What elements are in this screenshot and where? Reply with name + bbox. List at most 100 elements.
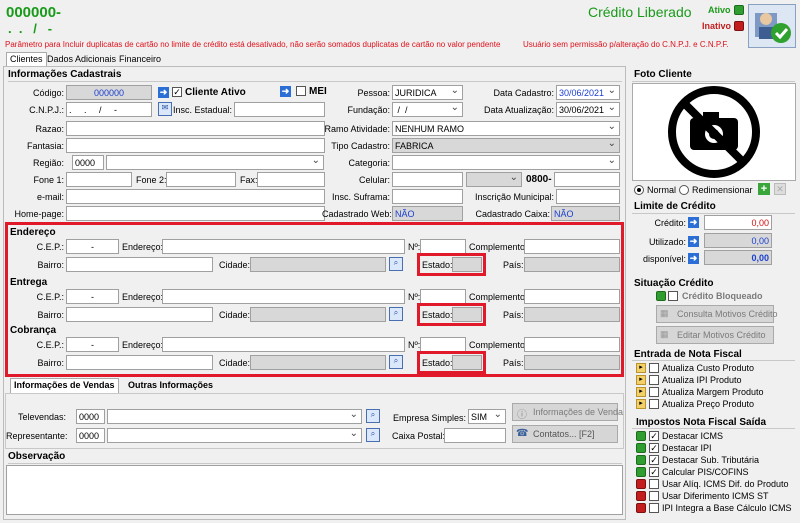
categoria-label: Categoria:: [348, 158, 390, 168]
endereco-bairro-field[interactable]: [66, 257, 213, 272]
codigo-arrow-icon[interactable]: ➜: [158, 87, 169, 98]
fone2-field[interactable]: [166, 172, 236, 187]
representante-search-icon[interactable]: ⌕: [366, 428, 380, 442]
cobranca-cidade-search-icon[interactable]: ⌕: [389, 355, 403, 369]
entrega-bairro-field[interactable]: [66, 307, 213, 322]
nota-item-checkbox[interactable]: [649, 399, 659, 409]
endereco-bairro-label: Bairro:: [37, 260, 64, 270]
endereco-numero-field[interactable]: [420, 239, 466, 254]
imposto-checkbox[interactable]: ✓: [649, 467, 659, 477]
insc-estadual-field[interactable]: [234, 102, 325, 117]
imposto-checkbox[interactable]: [649, 491, 659, 501]
fone1-label: Fone 1:: [33, 175, 64, 185]
data-atualizacao-field[interactable]: 30/06/2021: [556, 102, 620, 117]
cobranca-cep-field[interactable]: -: [66, 337, 119, 352]
imposto-checkbox[interactable]: ✓: [649, 431, 659, 441]
entrega-numero-field[interactable]: [420, 289, 466, 304]
endereco-complemento-field[interactable]: [524, 239, 620, 254]
insc-suframa-field[interactable]: [392, 189, 463, 204]
credito-field[interactable]: 0,00: [704, 215, 772, 230]
nota-item-arrow-icon: ▸: [636, 387, 646, 397]
fantasia-field[interactable]: [66, 138, 325, 153]
regiao-select[interactable]: [106, 155, 324, 170]
endereco-cidade-search-icon[interactable]: ⌕: [389, 257, 403, 271]
cnpj-field[interactable]: . . / -: [66, 102, 152, 117]
cobranca-pais-field: [524, 355, 620, 370]
fax-field[interactable]: [257, 172, 325, 187]
observacao-textarea[interactable]: [6, 465, 623, 515]
nota-item-checkbox[interactable]: [649, 375, 659, 385]
nota-item-checkbox[interactable]: [649, 363, 659, 373]
cobranca-numero-field[interactable]: [420, 337, 466, 352]
codigo-field[interactable]: 000000: [66, 85, 152, 100]
tab-clientes[interactable]: Clientes: [6, 52, 47, 67]
mei-arrow-icon[interactable]: ➜: [280, 86, 291, 97]
televendas-select[interactable]: [107, 409, 362, 424]
cadastrado-web-label: Cadastrado Web:: [322, 209, 392, 219]
entrega-endereco-field[interactable]: [162, 289, 405, 304]
normal-label: Normal: [647, 185, 677, 195]
section-limite-credito: Limite de Crédito: [634, 201, 716, 212]
entrega-complemento-field[interactable]: [524, 289, 620, 304]
caixa-postal-field[interactable]: [444, 428, 506, 443]
editar-motivos-button[interactable]: Editar Motivos Crédito: [656, 326, 774, 344]
normal-radio[interactable]: [634, 185, 644, 195]
entrega-cidade-search-icon[interactable]: ⌕: [389, 307, 403, 321]
fone-0800-field[interactable]: [554, 172, 620, 187]
warning-card-limit: Parâmetro para Incluir duplicatas de car…: [5, 40, 501, 49]
televendas-search-icon[interactable]: ⌕: [366, 409, 380, 423]
endereco-cep-field[interactable]: -: [66, 239, 119, 254]
nota-item-checkbox[interactable]: [649, 387, 659, 397]
add-photo-icon[interactable]: +: [758, 183, 770, 195]
imposto-checkbox[interactable]: ✓: [649, 443, 659, 453]
data-cadastro-field[interactable]: 30/06/2021: [556, 85, 620, 100]
insc-municipal-field[interactable]: [556, 189, 620, 204]
entrega-cep-field[interactable]: -: [66, 289, 119, 304]
celular-operator-select[interactable]: [466, 172, 522, 187]
mei-checkbox[interactable]: [296, 86, 306, 96]
representante-select[interactable]: [107, 428, 362, 443]
tab-outras-informacoes[interactable]: Outras Informações: [125, 379, 216, 393]
endereco-endereco-field[interactable]: [162, 239, 405, 254]
regiao-code[interactable]: 0000: [72, 155, 104, 170]
imposto-checkbox[interactable]: [649, 503, 659, 513]
cobranca-endereco-field[interactable]: [162, 337, 405, 352]
tab-informacoes-vendas[interactable]: Informações de Vendas: [10, 378, 119, 393]
no-photo-icon: [632, 83, 796, 181]
ramo-atividade-select[interactable]: NENHUM RAMO: [392, 121, 620, 136]
consulta-motivos-button[interactable]: Consulta Motivos Crédito: [656, 305, 778, 323]
celular-field[interactable]: [392, 172, 463, 187]
imposto-checkbox[interactable]: ✓: [649, 455, 659, 465]
empresa-simples-select[interactable]: SIM: [468, 409, 506, 424]
redimensionar-radio[interactable]: [679, 185, 689, 195]
fantasia-label: Fantasia:: [26, 141, 64, 151]
televendas-code[interactable]: 0000: [76, 409, 105, 424]
entrega-endereco-label: Endereço:: [122, 292, 164, 302]
cnpj-lookup-icon[interactable]: ✉: [158, 102, 172, 116]
razao-field[interactable]: [66, 121, 325, 136]
informacoes-venda-button[interactable]: Informações de Venda: [512, 403, 623, 421]
imposto-label: Usar Diferimento ICMS ST: [662, 491, 769, 501]
cobranca-bairro-field[interactable]: [66, 355, 213, 370]
homepage-field[interactable]: [66, 206, 325, 221]
tab-dados-adicionais[interactable]: Dados Adicionais: [44, 53, 119, 67]
pessoa-select[interactable]: JURIDICA: [392, 85, 463, 100]
fundacao-field[interactable]: / /: [392, 102, 463, 117]
utilizado-arrow-icon[interactable]: ➜: [688, 236, 699, 247]
email-field[interactable]: [66, 189, 325, 204]
cliente-ativo-checkbox[interactable]: ✓: [172, 87, 182, 97]
tab-financeiro[interactable]: Financeiro: [116, 53, 164, 67]
cobranca-complemento-field[interactable]: [524, 337, 620, 352]
tipo-cadastro-select[interactable]: FABRICA: [392, 138, 620, 153]
section-entrega: Entrega: [10, 277, 48, 288]
disponivel-arrow-icon[interactable]: ➜: [688, 253, 699, 264]
info-icon: ⓘ: [517, 410, 527, 421]
categoria-select[interactable]: [392, 155, 620, 170]
credito-arrow-icon[interactable]: ➜: [688, 217, 699, 228]
fone1-field[interactable]: [66, 172, 132, 187]
representante-code[interactable]: 0000: [76, 428, 105, 443]
remove-photo-icon[interactable]: ✕: [774, 183, 786, 195]
cobranca-pais-label: País:: [503, 358, 524, 368]
credito-bloqueado-checkbox[interactable]: [668, 291, 678, 301]
imposto-checkbox[interactable]: [649, 479, 659, 489]
